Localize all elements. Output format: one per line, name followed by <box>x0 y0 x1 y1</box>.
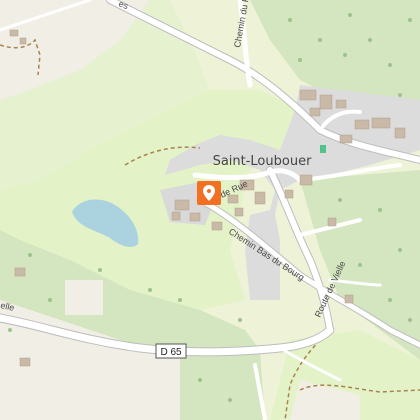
map-pin-icon[interactable] <box>197 181 221 205</box>
place-label: Saint-Loubouer <box>213 154 313 169</box>
map-view[interactable]: Saint-Loubouer Route de Vielle Chemin Ba… <box>0 0 420 420</box>
road-shield-label: D 65 <box>160 347 182 358</box>
field-parcel <box>65 280 103 315</box>
map-canvas[interactable]: Saint-Loubouer Route de Vielle Chemin Ba… <box>0 0 420 420</box>
green-building <box>320 145 326 153</box>
road-shield-d65: D 65 <box>155 343 187 359</box>
forest-bottom <box>180 350 265 420</box>
